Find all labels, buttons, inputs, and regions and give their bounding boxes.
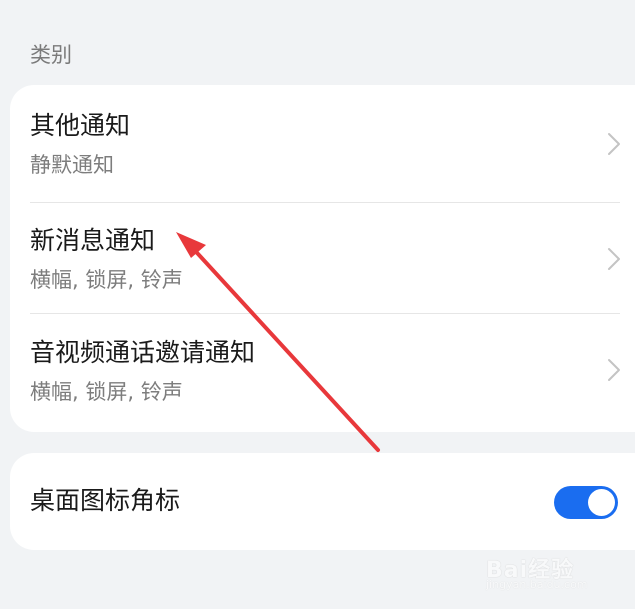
category-subtitle: 横幅, 锁屏, 铃声 [30,268,183,292]
category-title: 其他通知 [30,111,131,140]
toggle-knob [588,489,615,516]
section-title: 类别 [30,43,72,67]
category-subtitle: 横幅, 锁屏, 铃声 [30,380,183,404]
category-list: 其他通知 静默通知 新消息通知 横幅, 锁屏, 铃声 音视频通话邀请通知 横幅,… [10,85,635,432]
badge-setting-card: 桌面图标角标 [10,453,635,550]
baidu-jingyan-watermark: Bai经验 jingyan.baidu.com [486,540,616,600]
badge-setting-label: 桌面图标角标 [30,486,181,515]
category-title: 新消息通知 [30,226,156,255]
badge-toggle-switch[interactable] [554,486,618,519]
notification-settings-page: 类别 其他通知 静默通知 新消息通知 横幅, 锁屏, 铃声 音视频通话邀请通知 … [0,0,635,609]
watermark-url: jingyan.baidu.com [486,578,588,591]
chevron-right-icon [608,133,620,155]
chevron-right-icon [608,359,620,381]
category-row-other[interactable]: 其他通知 静默通知 [10,85,635,196]
category-title: 音视频通话邀请通知 [30,338,256,367]
category-row-av-call-invite[interactable]: 音视频通话邀请通知 横幅, 锁屏, 铃声 [10,314,635,425]
category-row-new-message[interactable]: 新消息通知 横幅, 锁屏, 铃声 [10,203,635,314]
category-subtitle: 静默通知 [30,153,114,177]
chevron-right-icon [608,248,620,270]
